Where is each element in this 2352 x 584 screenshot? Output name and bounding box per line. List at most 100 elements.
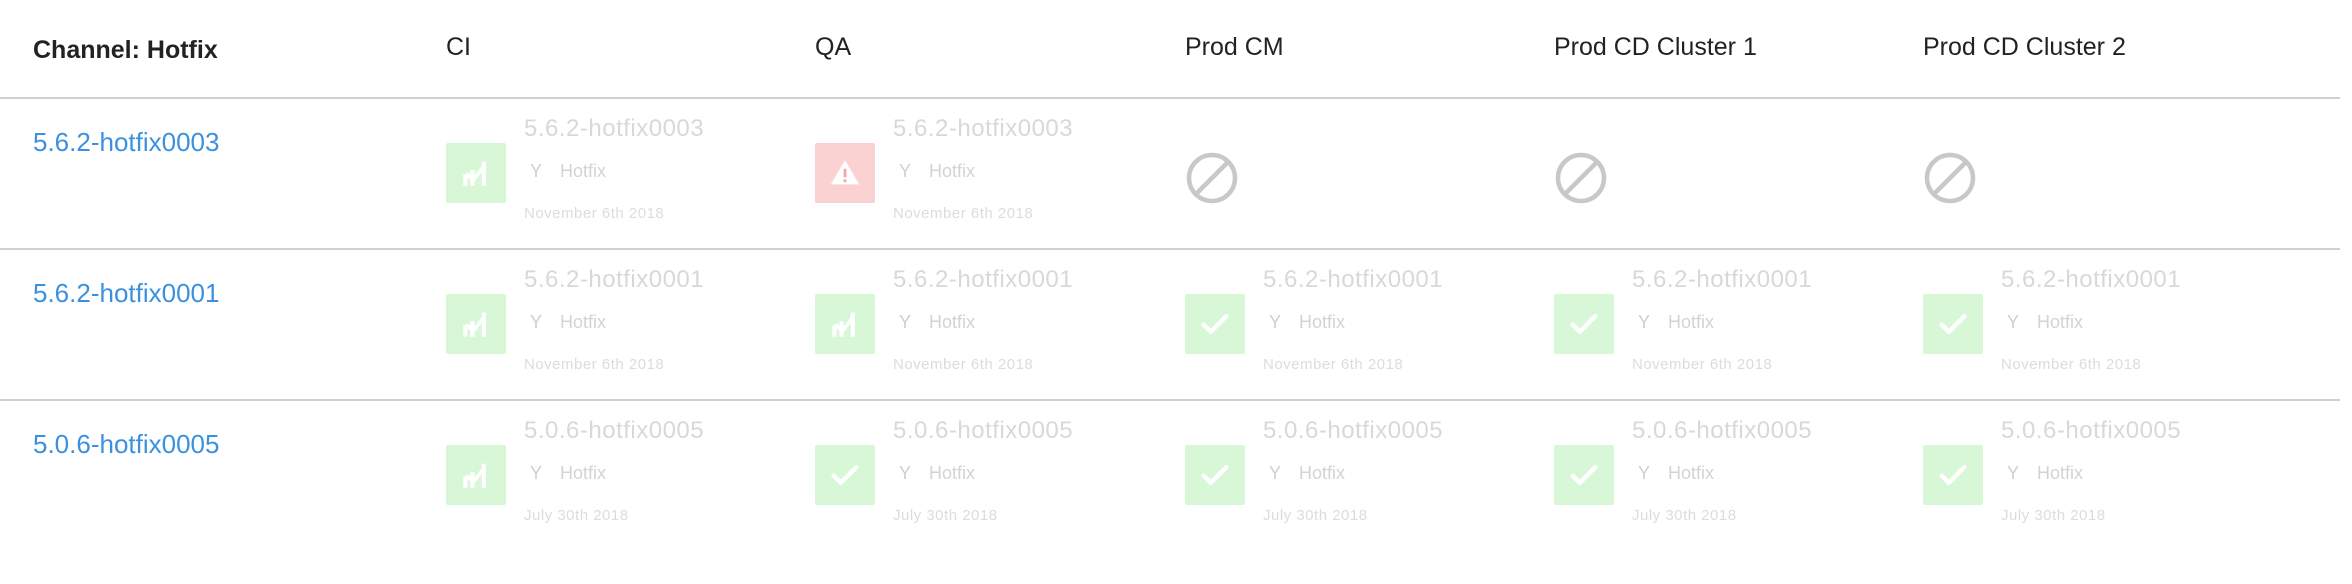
not-deployed-icon — [1554, 151, 1608, 205]
deployment-cell[interactable]: 5.6.2-hotfix0001 Y Hotfix November 6th 2018 — [1185, 266, 1545, 386]
checkmark-icon — [815, 445, 875, 505]
branch-icon: Y — [530, 312, 543, 332]
deployment-channel: Y Hotfix — [2007, 312, 2083, 333]
table-row: 5.6.2-hotfix0001 5.6.2-hotfix0001 Y Hotfix N… — [0, 250, 2340, 401]
deployment-version: 5.6.2-hotfix0001 — [524, 266, 705, 293]
deployment-channel: Y Hotfix — [1638, 312, 1714, 333]
channel-label: Hotfix — [929, 161, 976, 181]
deployment-channel: Y Hotfix — [899, 161, 975, 182]
deployment-channel: Y Hotfix — [530, 161, 606, 182]
deployment-version: 5.0.6-hotfix0005 — [2001, 417, 2182, 444]
channel-label: Hotfix — [2037, 463, 2084, 483]
branch-icon: Y — [2007, 463, 2020, 483]
deployment-version: 5.6.2-hotfix0003 — [524, 115, 705, 142]
branch-icon: Y — [899, 463, 912, 483]
deployment-version: 5.0.6-hotfix0005 — [524, 417, 705, 444]
deployment-cell[interactable]: 5.0.6-hotfix0005 Y Hotfix July 30th 2018 — [1923, 417, 2283, 537]
deployment-date: July 30th 2018 — [1263, 507, 1368, 524]
channel-label: Hotfix — [560, 312, 607, 332]
deployment-date: July 30th 2018 — [1632, 507, 1737, 524]
branch-icon: Y — [1638, 463, 1651, 483]
deployment-date: November 6th 2018 — [2001, 356, 2142, 373]
deployment-cell[interactable]: 5.6.2-hotfix0001 Y Hotfix November 6th 2018 — [1554, 266, 1914, 386]
channel-label: Hotfix — [560, 463, 607, 483]
deployment-cell[interactable]: 5.0.6-hotfix0005 Y Hotfix July 30th 2018 — [1185, 417, 1545, 537]
deployment-date: November 6th 2018 — [524, 205, 665, 222]
deployment-version: 5.0.6-hotfix0005 — [1263, 417, 1444, 444]
deployment-version: 5.0.6-hotfix0005 — [1632, 417, 1813, 444]
deployment-version: 5.6.2-hotfix0001 — [893, 266, 1074, 293]
branch-icon: Y — [530, 161, 543, 181]
deployment-date: November 6th 2018 — [1632, 356, 1773, 373]
header-prod-cd-cluster-2: Prod CD Cluster 2 — [1923, 33, 2126, 61]
deployment-channel: Y Hotfix — [530, 312, 606, 333]
deployment-date: November 6th 2018 — [893, 205, 1034, 222]
deployment-date: November 6th 2018 — [893, 356, 1034, 373]
release-link[interactable]: 5.6.2-hotfix0001 — [33, 278, 219, 309]
branch-icon: Y — [899, 161, 912, 181]
checkmark-icon — [1923, 445, 1983, 505]
deployment-channel: Y Hotfix — [2007, 463, 2083, 484]
branch-icon: Y — [1269, 463, 1282, 483]
header-ci: CI — [446, 33, 471, 61]
release-link[interactable]: 5.6.2-hotfix0003 — [33, 127, 219, 158]
header-prod-cd-cluster-1: Prod CD Cluster 1 — [1554, 33, 1757, 61]
deployment-cell[interactable]: 5.6.2-hotfix0001 Y Hotfix November 6th 2018 — [446, 266, 806, 386]
header-prod-cm: Prod CM — [1185, 33, 1284, 61]
deployment-version: 5.0.6-hotfix0005 — [893, 417, 1074, 444]
pipeline-success-icon — [446, 445, 506, 505]
deployment-date: July 30th 2018 — [893, 507, 998, 524]
checkmark-icon — [1554, 445, 1614, 505]
header-channel: Channel: Hotfix — [33, 36, 218, 64]
branch-icon: Y — [1638, 312, 1651, 332]
checkmark-icon — [1554, 294, 1614, 354]
pipeline-success-icon — [446, 143, 506, 203]
channel-label: Hotfix — [1668, 312, 1715, 332]
channel-label: Hotfix — [929, 312, 976, 332]
deployment-channel: Y Hotfix — [530, 463, 606, 484]
table-header: Channel: Hotfix CI QA Prod CM Prod CD Cl… — [0, 0, 2340, 99]
branch-icon: Y — [2007, 312, 2020, 332]
pipeline-success-icon — [815, 294, 875, 354]
header-qa: QA — [815, 33, 852, 61]
branch-icon: Y — [899, 312, 912, 332]
deployment-date: July 30th 2018 — [2001, 507, 2106, 524]
checkmark-icon — [1923, 294, 1983, 354]
deployment-version: 5.6.2-hotfix0001 — [1263, 266, 1444, 293]
pipeline-success-icon — [446, 294, 506, 354]
deployment-cell[interactable]: 5.6.2-hotfix0001 Y Hotfix November 6th 2018 — [1923, 266, 2283, 386]
channel-label: Hotfix — [929, 463, 976, 483]
checkmark-icon — [1185, 294, 1245, 354]
release-link[interactable]: 5.0.6-hotfix0005 — [33, 429, 219, 460]
deployment-cell[interactable]: 5.0.6-hotfix0005 Y Hotfix July 30th 2018 — [1554, 417, 1914, 537]
channel-label: Hotfix — [1299, 312, 1346, 332]
deployment-channel: Y Hotfix — [899, 312, 975, 333]
deployment-channel: Y Hotfix — [1269, 463, 1345, 484]
not-deployed-icon — [1923, 151, 1977, 205]
not-deployed-icon — [1185, 151, 1239, 205]
deployment-version: 5.6.2-hotfix0001 — [1632, 266, 1813, 293]
deployment-version: 5.6.2-hotfix0003 — [893, 115, 1074, 142]
channel-label: Hotfix — [1668, 463, 1715, 483]
deployment-cell[interactable]: 5.0.6-hotfix0005 Y Hotfix July 30th 2018 — [446, 417, 806, 537]
checkmark-icon — [1185, 445, 1245, 505]
branch-icon: Y — [1269, 312, 1282, 332]
warning-icon — [815, 143, 875, 203]
deployment-version: 5.6.2-hotfix0001 — [2001, 266, 2182, 293]
branch-icon: Y — [530, 463, 543, 483]
deployment-date: July 30th 2018 — [524, 507, 629, 524]
channel-label: Hotfix — [560, 161, 607, 181]
table-row: 5.6.2-hotfix0003 5.6.2-hotfix0003 Y Hotfix N… — [0, 99, 2340, 250]
releases-table: Channel: Hotfix CI QA Prod CM Prod CD Cl… — [0, 0, 2340, 552]
deployment-date: November 6th 2018 — [524, 356, 665, 373]
channel-label: Hotfix — [2037, 312, 2084, 332]
deployment-cell[interactable]: 5.6.2-hotfix0003 Y Hotfix November 6th 2018 — [446, 115, 806, 235]
deployment-channel: Y Hotfix — [899, 463, 975, 484]
deployment-channel: Y Hotfix — [1638, 463, 1714, 484]
table-row: 5.0.6-hotfix0005 5.0.6-hotfix0005 Y Hotfix J… — [0, 401, 2340, 552]
deployment-cell[interactable]: 5.6.2-hotfix0003 Y Hotfix November 6th 2018 — [815, 115, 1175, 235]
deployment-cell[interactable]: 5.0.6-hotfix0005 Y Hotfix July 30th 2018 — [815, 417, 1175, 537]
deployment-channel: Y Hotfix — [1269, 312, 1345, 333]
channel-label: Hotfix — [1299, 463, 1346, 483]
deployment-cell[interactable]: 5.6.2-hotfix0001 Y Hotfix November 6th 2018 — [815, 266, 1175, 386]
